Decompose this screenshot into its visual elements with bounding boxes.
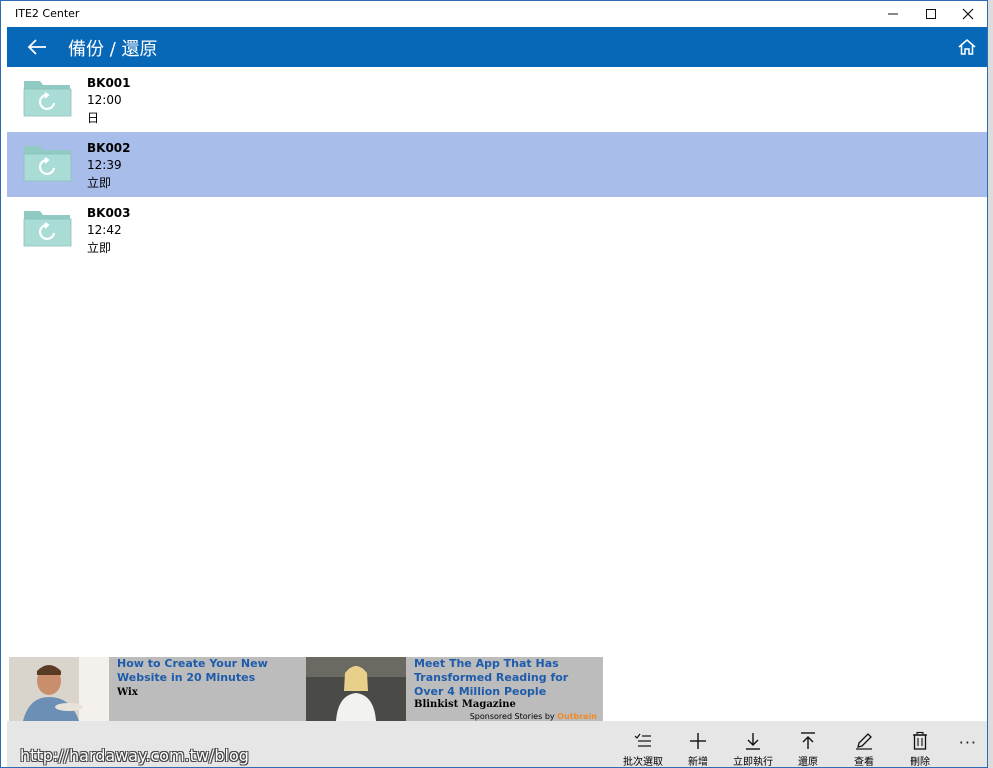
pencil-icon — [856, 733, 872, 750]
minimize-button[interactable] — [874, 1, 912, 27]
window-title: ITE2 Center — [15, 7, 80, 20]
backup-time: 12:00 — [87, 93, 122, 107]
backup-folder-icon — [23, 146, 72, 182]
sponsored-stories-label[interactable]: Sponsored Stories by Outbrain — [470, 712, 597, 721]
ad-card-blinkist[interactable]: Meet The App That Has Transformed Readin… — [306, 657, 603, 721]
close-button[interactable] — [949, 1, 987, 27]
app-window: ITE2 Center 備份 / 還原 BK001 12:00 日 BK002 … — [0, 0, 988, 768]
backup-row-bk003[interactable]: BK003 12:42 立即 — [7, 197, 987, 262]
run-now-button[interactable]: 立即執行 — [725, 731, 781, 768]
ad-thumbnail-image — [306, 657, 406, 721]
ad-banner: How to Create Your New Website in 20 Min… — [9, 657, 603, 721]
minimize-icon — [888, 13, 898, 15]
page-title: 備份 / 還原 — [68, 39, 158, 60]
backup-time: 12:42 — [87, 223, 122, 237]
delete-label: 刪除 — [910, 757, 930, 768]
maximize-icon — [926, 9, 936, 19]
run-now-label: 立即執行 — [733, 757, 773, 768]
view-label: 查看 — [854, 757, 874, 768]
backup-frequency: 立即 — [87, 241, 112, 255]
home-icon[interactable] — [957, 37, 977, 57]
title-bar[interactable]: ITE2 Center — [1, 1, 987, 27]
close-icon — [962, 8, 974, 20]
plus-icon — [690, 733, 706, 749]
backup-folder-icon — [23, 81, 72, 117]
add-label: 新增 — [688, 757, 708, 768]
download-arrow-icon — [746, 733, 760, 750]
restore-button[interactable]: 還原 — [780, 731, 836, 768]
add-button[interactable]: 新增 — [670, 731, 726, 768]
desktop-background — [988, 0, 993, 768]
backup-list: BK001 12:00 日 BK002 12:39 立即 BK003 12:42… — [7, 67, 987, 262]
outbrain-logo: Outbrain — [557, 712, 597, 721]
upload-arrow-icon — [801, 732, 815, 749]
trash-icon — [913, 731, 927, 750]
ad-source: Wix — [117, 687, 138, 698]
backup-name: BK001 — [87, 76, 131, 90]
sponsored-text: Sponsored Stories by — [469, 712, 555, 721]
ad-headline: How to Create Your New Website in 20 Min… — [117, 657, 268, 684]
delete-button[interactable]: 刪除 — [892, 731, 948, 768]
backup-frequency: 日 — [87, 111, 100, 125]
ad-source: Blinkist Magazine — [414, 699, 516, 710]
watermark-text: http://hardaway.com.tw/blog — [20, 746, 249, 765]
view-button[interactable]: 查看 — [836, 731, 892, 768]
more-options-icon[interactable]: ··· — [959, 733, 977, 752]
backup-time: 12:39 — [87, 158, 122, 172]
maximize-button[interactable] — [912, 1, 950, 27]
backup-row-bk002[interactable]: BK002 12:39 立即 — [7, 132, 987, 197]
backup-row-bk001[interactable]: BK001 12:00 日 — [7, 67, 987, 132]
back-arrow-icon[interactable] — [25, 35, 49, 59]
backup-name: BK002 — [87, 141, 131, 155]
checklist-icon — [634, 733, 651, 747]
backup-folder-icon — [23, 211, 72, 247]
batch-select-label: 批次選取 — [623, 757, 663, 768]
backup-frequency: 立即 — [87, 176, 112, 190]
backup-name: BK003 — [87, 206, 131, 220]
ad-card-wix[interactable]: How to Create Your New Website in 20 Min… — [9, 657, 306, 721]
restore-label: 還原 — [798, 757, 818, 768]
ad-thumbnail-image — [9, 657, 109, 721]
app-header: 備份 / 還原 — [7, 27, 987, 67]
batch-select-button[interactable]: 批次選取 — [615, 731, 671, 768]
ad-headline: Meet The App That Has Transformed Readin… — [414, 657, 569, 698]
